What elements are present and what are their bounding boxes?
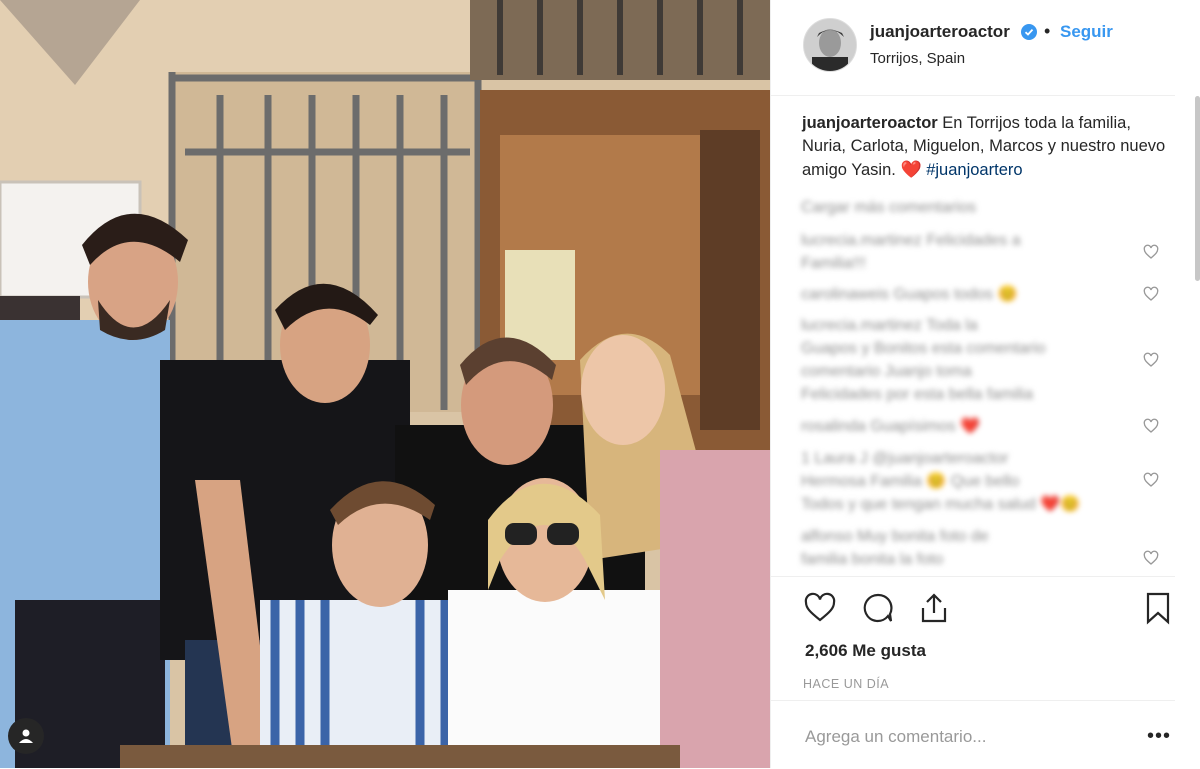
comments-list[interactable]: Cargar más comentarios lucrecia.martinez… — [771, 188, 1175, 576]
comments-scrollbar[interactable] — [1195, 96, 1200, 281]
post-side-panel: juanjoarteroactor • Seguir Torrijos, Spa… — [770, 0, 1200, 768]
share-icon[interactable] — [917, 591, 951, 625]
verified-badge-icon — [1021, 24, 1037, 40]
caption-username[interactable]: juanjoarteroactor — [802, 114, 938, 132]
comment-item: carolinaweis Guapos todos 😊 — [801, 286, 1018, 303]
comment-item: 1 Laura J @juanjoarteroactor Hermosa Fami… — [801, 450, 1081, 513]
comment-bubble-icon[interactable] — [861, 591, 895, 625]
header-username[interactable]: juanjoarteroactor — [870, 22, 1010, 42]
comment-heart-icon[interactable] — [1143, 472, 1159, 488]
caption-hashtag[interactable]: #juanjoartero — [926, 161, 1022, 179]
caption-heart-emoji: ❤️ — [900, 160, 922, 179]
comment-input[interactable]: Agrega un comentario... — [805, 727, 986, 747]
post-caption: juanjoarteroactor En Torrijos toda la fa… — [802, 112, 1172, 182]
comment-item: lucrecia.martinez Toda la Guapos y Bonito… — [801, 317, 1046, 403]
separator-dot: • — [1044, 21, 1051, 41]
add-comment-bar: Agrega un comentario... ••• — [771, 700, 1175, 769]
post-timestamp[interactable]: HACE UN DÍA — [803, 677, 889, 691]
location-link[interactable]: Torrijos, Spain — [870, 50, 965, 67]
comment-heart-icon[interactable] — [1143, 352, 1159, 368]
comment-heart-icon[interactable] — [1143, 244, 1159, 260]
more-options-button[interactable]: ••• — [1147, 725, 1171, 748]
comment-item: rosalinda Guapísimos ❤️ — [801, 418, 981, 435]
follow-button[interactable]: Seguir — [1060, 22, 1113, 42]
bookmark-icon[interactable] — [1141, 591, 1175, 625]
post-header: juanjoarteroactor • Seguir Torrijos, Spa… — [771, 0, 1175, 96]
user-tag-button[interactable] — [8, 718, 44, 754]
likes-count[interactable]: 2,606 Me gusta — [805, 641, 926, 661]
person-icon — [19, 729, 33, 743]
comment-item: lucrecia.martinez Felicidades a Familia!!… — [801, 232, 1021, 272]
family-photo-illustration — [0, 0, 770, 768]
load-more-comments[interactable]: Cargar más comentarios — [801, 196, 1121, 219]
comment-heart-icon[interactable] — [1143, 286, 1159, 302]
avatar-portrait — [804, 19, 856, 71]
comment-item: alfonso Muy bonita foto de familia bonita… — [801, 528, 989, 568]
comment-heart-icon[interactable] — [1143, 550, 1159, 566]
avatar[interactable] — [803, 18, 857, 72]
post-photo[interactable] — [0, 0, 770, 768]
action-bar: 2,606 Me gusta HACE UN DÍA — [771, 576, 1175, 697]
comment-heart-icon[interactable] — [1143, 418, 1159, 434]
heart-icon[interactable] — [803, 591, 837, 625]
